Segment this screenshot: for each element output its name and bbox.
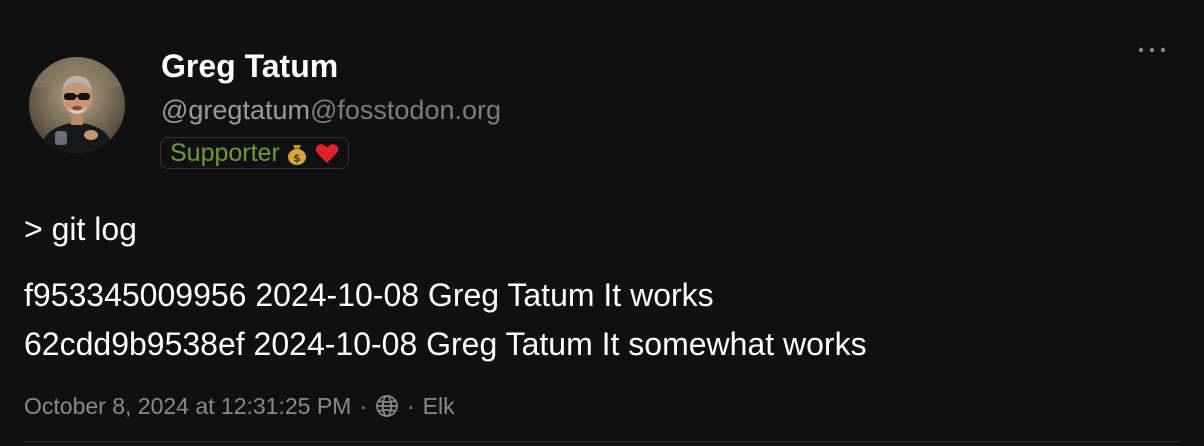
svg-text:$: $ <box>293 152 301 165</box>
post-timestamp[interactable]: October 8, 2024 at 12:31:25 PM <box>24 390 351 422</box>
post-content-line: 62cdd9b9538ef 2024-10-08 Greg Tatum It s… <box>24 326 867 362</box>
author-handle[interactable]: @gregtatum@fosstodon.org <box>161 93 501 127</box>
avatar-photo <box>29 57 125 153</box>
red-heart-icon <box>314 140 340 166</box>
meta-separator: · <box>407 393 415 419</box>
more-options-button[interactable] <box>1134 40 1170 60</box>
post-meta: October 8, 2024 at 12:31:25 PM · · Elk <box>24 390 455 422</box>
supporter-badge: Supporter $ <box>160 137 349 169</box>
globe-icon <box>375 394 399 418</box>
money-bag-icon: $ <box>284 140 310 166</box>
author-handle-user: @gregtatum <box>161 95 310 125</box>
client-name[interactable]: Elk <box>423 390 455 422</box>
ellipsis-icon <box>1138 47 1166 53</box>
author-display-name[interactable]: Greg Tatum <box>161 46 338 86</box>
post-card: Greg Tatum @gregtatum@fosstodon.org Supp… <box>0 0 1204 446</box>
post-content-line: f953345009956 2024-10-08 Greg Tatum It w… <box>24 277 714 313</box>
post-content: > git log f953345009956 2024-10-08 Greg … <box>24 205 867 369</box>
meta-separator: · <box>359 393 367 419</box>
divider <box>24 441 1180 442</box>
avatar[interactable] <box>29 57 125 153</box>
post-content-line: > git log <box>24 211 137 247</box>
author-handle-domain: @fosstodon.org <box>309 95 502 125</box>
badge-label: Supporter <box>170 139 280 167</box>
